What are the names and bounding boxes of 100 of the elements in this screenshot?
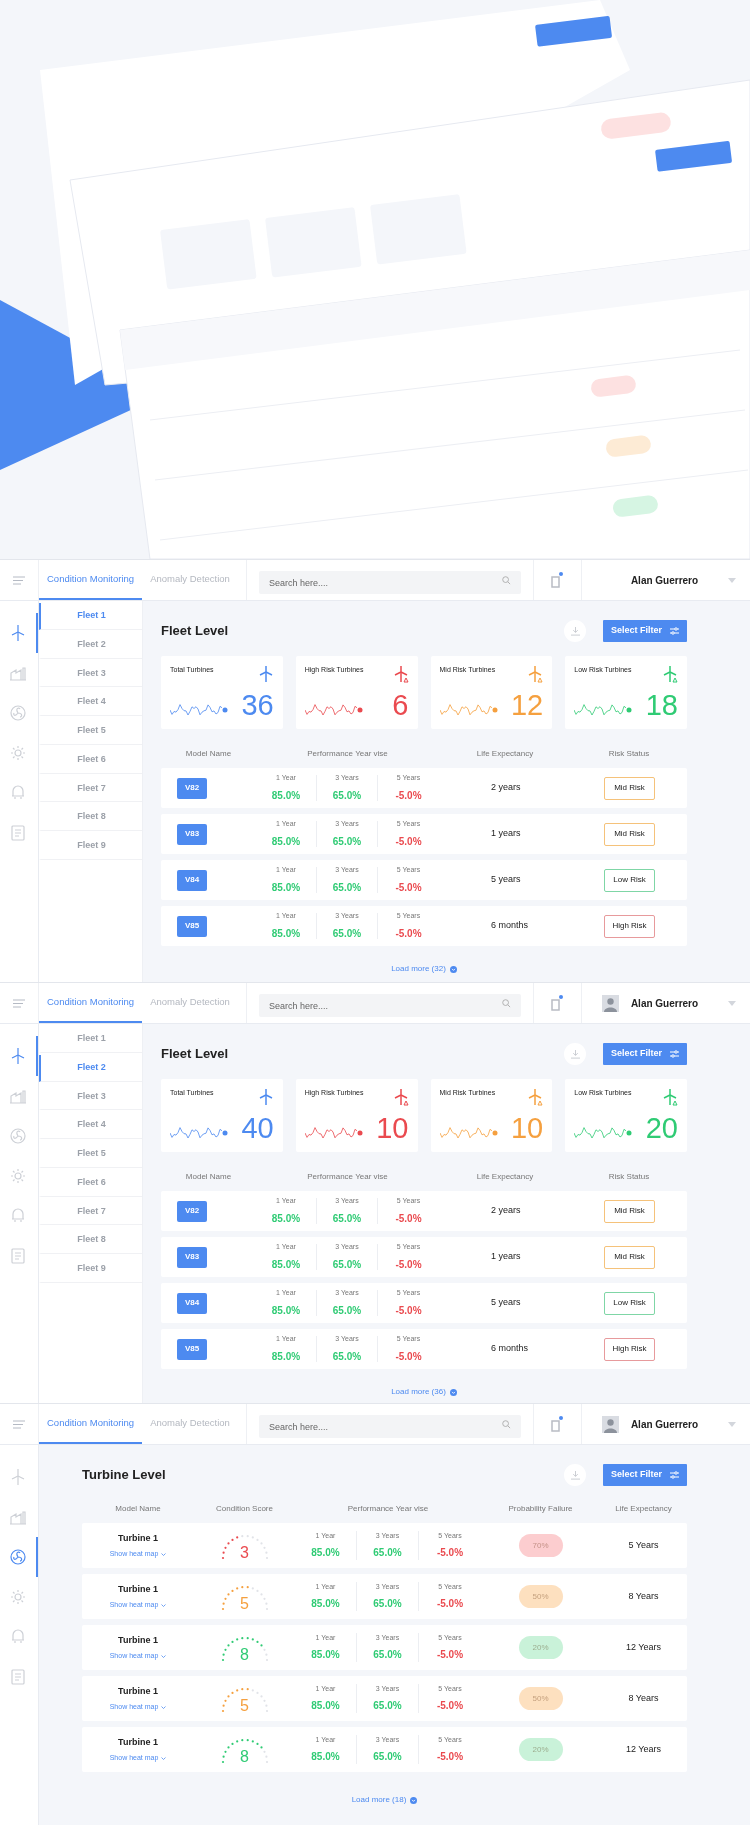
fleet-item[interactable]: Fleet 3 bbox=[39, 660, 142, 688]
gear-icon[interactable] bbox=[9, 744, 27, 762]
fleet-item[interactable]: Fleet 4 bbox=[39, 1112, 142, 1139]
factory-icon[interactable] bbox=[9, 1508, 27, 1526]
model-tag[interactable]: V82 bbox=[177, 777, 207, 799]
factory-icon[interactable] bbox=[9, 1087, 27, 1105]
life-expectancy: 2 years bbox=[491, 781, 521, 795]
performance-value: 85.0% bbox=[271, 880, 301, 895]
fleet-item[interactable]: Fleet 9 bbox=[39, 1255, 142, 1283]
fan-icon[interactable] bbox=[9, 704, 27, 722]
tab[interactable]: Anomaly Detection bbox=[142, 983, 238, 1023]
fleet-item[interactable]: Fleet 4 bbox=[39, 689, 142, 716]
model-tag[interactable]: V83 bbox=[177, 823, 207, 845]
fan-icon[interactable] bbox=[9, 1127, 27, 1145]
search-field[interactable]: Search here.... bbox=[258, 571, 521, 594]
model-tag[interactable]: V83 bbox=[177, 1246, 207, 1268]
life-expectancy: 5 years bbox=[491, 873, 521, 887]
fleet-item[interactable]: Fleet 8 bbox=[39, 1227, 142, 1254]
performance-value: -5.0% bbox=[395, 1257, 422, 1272]
risk-status-badge: Mid Risk bbox=[604, 822, 655, 846]
model-tag[interactable]: V84 bbox=[177, 1292, 207, 1314]
search-icon[interactable] bbox=[501, 1419, 511, 1429]
performance-value: 65.0% bbox=[332, 880, 362, 895]
avatar[interactable] bbox=[601, 1415, 619, 1433]
page-title: Turbine Level bbox=[82, 1466, 166, 1485]
fleet-item[interactable]: Fleet 7 bbox=[39, 1198, 142, 1226]
fan-icon[interactable] bbox=[9, 1548, 27, 1566]
search-icon[interactable] bbox=[501, 998, 511, 1008]
column-header: Performance Year vise bbox=[306, 748, 389, 760]
wind-turbine-icon[interactable] bbox=[9, 1468, 27, 1486]
gear-icon[interactable] bbox=[9, 1167, 27, 1185]
tab[interactable]: Anomaly Detection bbox=[142, 1404, 238, 1444]
lamp-icon[interactable] bbox=[9, 1628, 27, 1646]
life-expectancy: 5 years bbox=[491, 1296, 521, 1310]
wind-turbine-icon[interactable] bbox=[9, 624, 27, 642]
download-button[interactable] bbox=[564, 1043, 586, 1065]
avatar[interactable] bbox=[601, 994, 619, 1012]
load-more-link[interactable]: Load more (36) bbox=[391, 1386, 457, 1398]
search-icon[interactable] bbox=[501, 575, 511, 585]
tab[interactable]: Anomaly Detection bbox=[142, 560, 238, 600]
user-name: Alan Guerrero bbox=[630, 1417, 700, 1432]
factory-icon[interactable] bbox=[9, 664, 27, 682]
gear-icon[interactable] bbox=[9, 1588, 27, 1606]
fleet-item[interactable]: Fleet 6 bbox=[39, 746, 142, 774]
card-count: 18 bbox=[645, 690, 678, 720]
condition-score: 8 bbox=[239, 1747, 250, 1766]
column-header: Probability Failure bbox=[507, 1503, 574, 1515]
model-tag[interactable]: V85 bbox=[177, 915, 207, 937]
load-more-link[interactable]: Load more (32) bbox=[391, 963, 457, 975]
download-icon bbox=[570, 1049, 580, 1059]
chevron-down-icon bbox=[449, 965, 457, 973]
document-icon[interactable] bbox=[9, 824, 27, 842]
life-expectancy: 8 Years bbox=[628, 1691, 659, 1705]
lamp-icon[interactable] bbox=[9, 784, 27, 802]
performance-value: 65.0% bbox=[373, 1648, 402, 1663]
column-header: Life Expectancy bbox=[614, 1503, 673, 1515]
model-tag[interactable]: V84 bbox=[177, 869, 207, 891]
life-expectancy: 12 Years bbox=[625, 1742, 661, 1756]
device-notification-icon[interactable] bbox=[551, 572, 564, 588]
caret-icon[interactable] bbox=[728, 577, 736, 583]
model-tag[interactable]: V82 bbox=[177, 1200, 207, 1222]
fleet-item[interactable]: Fleet 2 bbox=[39, 631, 142, 659]
caret-icon[interactable] bbox=[728, 1421, 736, 1427]
performance-value: 85.0% bbox=[271, 926, 301, 941]
condition-score: 5 bbox=[239, 1594, 250, 1613]
card-count: 10 bbox=[511, 1113, 544, 1143]
performance-value: 85.0% bbox=[311, 1750, 340, 1765]
wind-turbine-icon[interactable] bbox=[9, 1047, 27, 1065]
fleet-item[interactable]: Fleet 9 bbox=[39, 832, 142, 860]
model-tag[interactable]: V85 bbox=[177, 1338, 207, 1360]
fleet-item[interactable]: Fleet 6 bbox=[39, 1169, 142, 1197]
column-header: Model Name bbox=[184, 748, 233, 760]
menu-icon[interactable] bbox=[13, 1419, 25, 1429]
search-field[interactable]: Search here.... bbox=[258, 1415, 521, 1438]
document-icon[interactable] bbox=[9, 1668, 27, 1686]
column-header: Performance Year vise bbox=[306, 1171, 389, 1183]
load-more-link[interactable]: Load more (18) bbox=[351, 1794, 418, 1806]
fleet-item[interactable]: Fleet 5 bbox=[39, 717, 142, 745]
device-notification-icon[interactable] bbox=[551, 995, 564, 1011]
fleet-item[interactable]: Fleet 5 bbox=[39, 1140, 142, 1168]
download-button[interactable] bbox=[564, 1464, 586, 1486]
fleet-item[interactable]: Fleet 8 bbox=[39, 804, 142, 831]
fleet-item[interactable]: Fleet 3 bbox=[39, 1083, 142, 1111]
performance-value: 85.0% bbox=[311, 1597, 340, 1612]
select-filter-button[interactable]: Select Filter bbox=[603, 1464, 687, 1486]
menu-icon[interactable] bbox=[13, 998, 25, 1008]
performance-value: 85.0% bbox=[271, 834, 301, 849]
performance-value: -5.0% bbox=[395, 880, 422, 895]
document-icon[interactable] bbox=[9, 1247, 27, 1265]
select-filter-button[interactable]: Select Filter bbox=[603, 1043, 687, 1065]
fleet-item[interactable]: Fleet 1 bbox=[39, 1025, 142, 1053]
search-field[interactable]: Search here.... bbox=[258, 994, 521, 1017]
download-button[interactable] bbox=[564, 620, 586, 642]
device-notification-icon[interactable] bbox=[551, 1416, 564, 1432]
fleet-item[interactable]: Fleet 7 bbox=[39, 775, 142, 803]
menu-icon[interactable] bbox=[13, 575, 25, 585]
select-filter-button[interactable]: Select Filter bbox=[603, 620, 687, 642]
caret-icon[interactable] bbox=[728, 1000, 736, 1006]
lamp-icon[interactable] bbox=[9, 1207, 27, 1225]
column-header: Life Expectancy bbox=[475, 1171, 535, 1183]
